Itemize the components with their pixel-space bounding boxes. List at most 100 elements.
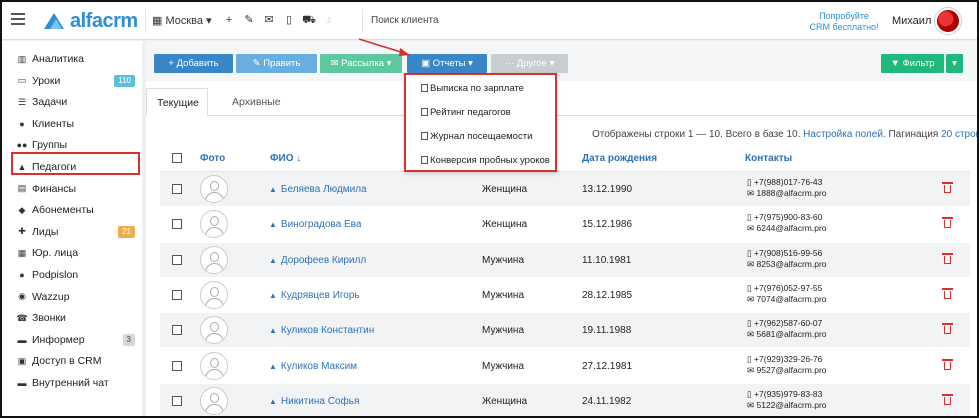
teacher-name: Куликов Константин: [280, 325, 375, 337]
sidebar-item[interactable]: ▤ Финансы: [2, 179, 142, 199]
row-checkbox[interactable]: [172, 219, 182, 230]
row-checkbox[interactable]: [172, 289, 182, 300]
tab-archived[interactable]: Архивные: [222, 88, 291, 116]
gender: Мужчина: [482, 360, 525, 372]
table-row[interactable]: ▲ Беляева Людмила Женщина 13.12.1990 ▯ +7(98…: [160, 172, 970, 207]
table-row[interactable]: ▲ Кудрявцев Игорь Мужчина 28.12.1985 ▯ +7(97…: [160, 277, 970, 313]
trash-icon[interactable]: [942, 217, 953, 229]
plus-icon[interactable]: +: [222, 13, 236, 27]
trash-icon[interactable]: [942, 358, 953, 370]
branch-select[interactable]: ▦ Москва ▾: [152, 14, 212, 27]
mobile-icon[interactable]: ▯: [282, 13, 296, 27]
contacts: ▯ +7(975)900-83-60 ✉ 6244@alfacrm.pro: [747, 212, 827, 234]
sidebar-item[interactable]: ▥ Аналитика: [2, 49, 142, 69]
reports-dropdown: Выписка по зарплате Рейтинг педагогов Журн…: [404, 73, 557, 172]
trash-icon[interactable]: [942, 252, 953, 264]
graduation-cap-icon: ▲: [269, 326, 277, 336]
row-checkbox[interactable]: [172, 184, 182, 194]
col-dob[interactable]: Дата рождения: [582, 153, 657, 164]
email: 6244@alfacrm.pro: [756, 223, 827, 234]
teacher-name: Дорофеев Кирилл: [280, 254, 367, 266]
birth-date: 15.12.1986: [582, 219, 633, 231]
row-checkbox[interactable]: [172, 325, 182, 336]
teacher-name-link[interactable]: ▲ Кудрявцев Игорь: [269, 290, 360, 301]
sidebar-item-label: Внутренний чат: [32, 377, 109, 389]
edit-button[interactable]: ✎ Править: [236, 54, 317, 73]
toolbar: + Добавить ✎ Править ✉ Рассылка ▾ ▣ Отче…: [146, 41, 977, 81]
sidebar-item[interactable]: ◆ Абонементы: [2, 200, 142, 220]
teacher-name-link[interactable]: ▲ Виноградова Ева: [269, 219, 361, 230]
sidebar-item[interactable]: ▬ Информер 3: [2, 330, 142, 350]
logo-text: alfacrm: [70, 9, 138, 32]
teacher-name-link[interactable]: ▲ Никитина Софья: [269, 396, 359, 407]
sidebar-item[interactable]: ☎ Звонки: [2, 308, 142, 328]
table-row[interactable]: ▲ Виноградова Ева Женщина 15.12.1986 ▯ +7(97…: [160, 207, 970, 243]
wrench-icon[interactable]: ✎: [242, 13, 256, 27]
row-checkbox[interactable]: [172, 360, 182, 371]
avatar[interactable]: [935, 8, 961, 34]
teacher-photo: [200, 245, 228, 274]
report-menu-item[interactable]: Выписка по зарплате: [421, 83, 524, 94]
tabs: Текущие Архивные: [146, 88, 977, 116]
trash-icon[interactable]: [942, 182, 953, 193]
email: 8253@alfacrm.pro: [756, 258, 827, 269]
filter-button[interactable]: ▼ Фильтр: [881, 54, 944, 73]
row-checkbox[interactable]: [172, 254, 182, 265]
tab-current[interactable]: Текущие: [146, 88, 208, 116]
table-row[interactable]: ▲ Куликов Константин Мужчина 19.11.1988 ▯ +7…: [160, 313, 970, 349]
sidebar-item[interactable]: ● Клиенты: [2, 114, 142, 134]
report-menu-item[interactable]: Журнал посещаемости: [421, 131, 532, 142]
trash-icon[interactable]: [942, 287, 953, 299]
divider: [362, 9, 363, 33]
row-checkbox[interactable]: [172, 395, 182, 406]
graduation-cap-icon: ▲: [269, 361, 277, 371]
col-fio[interactable]: ФИО ↓: [270, 153, 301, 164]
columns-settings-link[interactable]: Настройка полей.: [803, 129, 886, 140]
sidebar-item[interactable]: ◉ Wazzup: [2, 287, 142, 307]
chart-icon: ▥: [17, 53, 27, 64]
sidebar-item[interactable]: ▬ Внутренний чат: [2, 373, 142, 393]
contacts: ▯ +7(935)979-83-83 ✉ 5122@alfacrm.pro: [747, 389, 827, 411]
add-button[interactable]: + Добавить: [154, 54, 233, 73]
pagination-link[interactable]: 20 строк: [941, 129, 977, 140]
teacher-name-link[interactable]: ▲ Дорофеев Кирилл: [269, 255, 366, 266]
search-input[interactable]: Поиск клиента: [371, 15, 439, 26]
teacher-photo: [200, 175, 228, 203]
document-icon: [421, 156, 428, 164]
promo-link[interactable]: Попробуйте CRM бесплатно!: [808, 11, 880, 33]
teacher-name-link[interactable]: ▲ Куликов Максим: [269, 361, 357, 372]
sidebar-item[interactable]: ▣ Доступ в CRM: [2, 351, 142, 371]
user-name[interactable]: Михаил: [892, 15, 931, 27]
col-photo[interactable]: Фото: [200, 153, 225, 164]
filter-caret-button[interactable]: ▾: [946, 54, 963, 73]
trash-icon[interactable]: [942, 323, 953, 335]
trash-icon[interactable]: [942, 393, 953, 405]
table-row[interactable]: ▲ Куликов Максим Мужчина 27.12.1981 ▯ +7(929…: [160, 348, 970, 384]
teacher-name: Никитина Софья: [280, 395, 360, 407]
select-all-checkbox[interactable]: [172, 153, 182, 163]
sidebar-item-label: Доступ в CRM: [32, 355, 102, 368]
sidebar-item[interactable]: ☰ Задачи: [2, 92, 142, 112]
email: 1888@alfacrm.pro: [756, 188, 827, 198]
graduation-cap-icon: ▲: [269, 255, 277, 265]
sidebar-item[interactable]: ✚ Лиды 21: [2, 222, 142, 242]
sidebar-item[interactable]: ● Podpislon: [2, 265, 142, 285]
col-contacts[interactable]: Контакты: [745, 153, 792, 164]
table-row[interactable]: ▲ Никитина Софья Женщина 24.11.1982 ▯ +7(935…: [160, 383, 970, 416]
bell-icon[interactable]: ♪: [322, 13, 336, 27]
cart-icon[interactable]: ⛟: [302, 13, 316, 27]
sidebar-item[interactable]: ▭ Уроки 110: [2, 71, 142, 91]
other-button[interactable]: ··· Другое ▾: [491, 54, 568, 73]
mail-icon[interactable]: ✉: [262, 13, 276, 27]
mailing-button[interactable]: ✉ Рассылка ▾: [320, 54, 402, 73]
logo[interactable]: alfacrm: [42, 9, 138, 33]
teacher-name-link[interactable]: ▲ Куликов Константин: [269, 325, 374, 336]
report-menu-item[interactable]: Конверсия пробных уроков: [421, 155, 550, 166]
document-icon: [421, 108, 428, 116]
report-menu-item[interactable]: Рейтинг педагогов: [421, 107, 511, 118]
menu-icon[interactable]: [11, 13, 25, 25]
table-row[interactable]: ▲ Дорофеев Кирилл Мужчина 11.10.1981 ▯ +7(90…: [160, 242, 970, 278]
sidebar-item[interactable]: ▦ Юр. лица: [2, 243, 142, 263]
teacher-name-link[interactable]: ▲ Беляева Людмила: [269, 184, 367, 195]
reports-button[interactable]: ▣ Отчеты ▾: [407, 54, 487, 73]
